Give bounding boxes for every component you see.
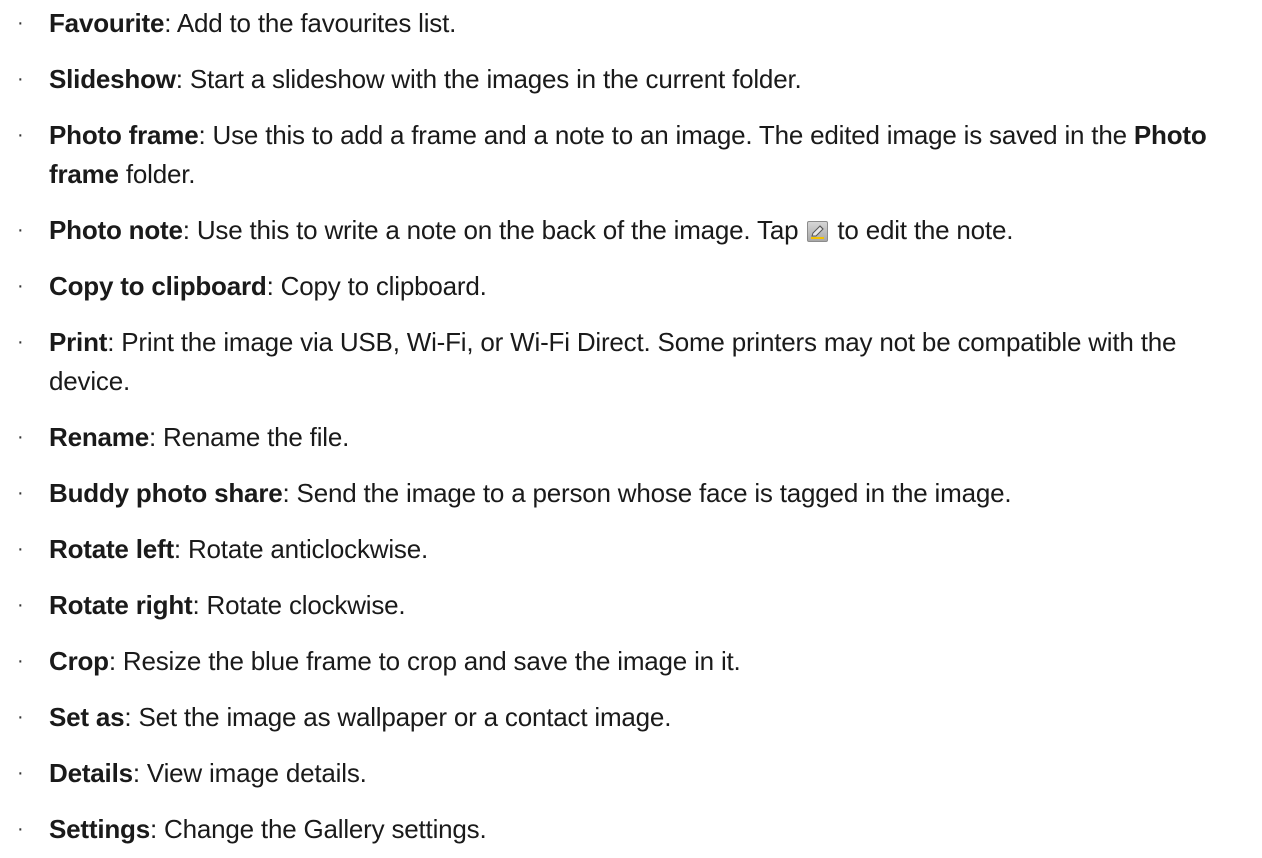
item-term: Crop	[49, 646, 109, 676]
list-item-rename: · Rename: Rename the file.	[0, 418, 1262, 457]
item-description: : Add to the favourites list.	[164, 8, 457, 38]
list-item-rotate-right: · Rotate right: Rotate clockwise.	[0, 586, 1262, 625]
item-term: Copy to clipboard	[49, 271, 267, 301]
item-description: : Start a slideshow with the images in t…	[175, 64, 802, 94]
list-item-copy-to-clipboard: · Copy to clipboard: Copy to clipboard.	[0, 267, 1262, 306]
bullet: ·	[17, 426, 24, 448]
item-description: : Change the Gallery settings.	[149, 814, 487, 844]
item-term: Rotate left	[49, 534, 174, 564]
item-term: Slideshow	[49, 64, 176, 94]
bullet: ·	[17, 538, 24, 560]
item-description: : Rotate clockwise.	[192, 590, 406, 620]
bullet: ·	[17, 594, 24, 616]
bullet: ·	[17, 818, 24, 840]
bullet: ·	[17, 68, 24, 90]
list-item-buddy-photo-share: · Buddy photo share: Send the image to a …	[0, 474, 1262, 513]
bullet: ·	[17, 650, 24, 672]
bullet: ·	[17, 275, 24, 297]
list-item-print: · Print: Print the image via USB, Wi-Fi, …	[0, 323, 1262, 401]
list-item-slideshow: · Slideshow: Start a slideshow with the i…	[0, 60, 1262, 99]
bullet: ·	[17, 706, 24, 728]
item-term: Photo note	[49, 215, 183, 245]
item-description-end: folder.	[118, 159, 196, 189]
item-term: Rotate right	[49, 590, 193, 620]
list-item-settings: · Settings: Change the Gallery settings.	[0, 810, 1262, 849]
list-item-set-as: · Set as: Set the image as wallpaper or a…	[0, 698, 1262, 737]
item-description: : View image details.	[132, 758, 367, 788]
edit-pencil-icon	[807, 221, 829, 242]
bullet: ·	[17, 12, 24, 34]
item-description: : Use this to write a note on the back o…	[182, 215, 806, 245]
bullet: ·	[17, 331, 24, 353]
options-list: · Favourite: Add to the favourites list. …	[0, 0, 1262, 849]
item-term: Settings	[49, 814, 150, 844]
item-term: Favourite	[49, 8, 165, 38]
item-term: Rename	[49, 422, 149, 452]
list-item-rotate-left: · Rotate left: Rotate anticlockwise.	[0, 530, 1262, 569]
item-description: : Resize the blue frame to crop and save…	[108, 646, 741, 676]
bullet: ·	[17, 124, 24, 146]
item-term: Details	[49, 758, 133, 788]
item-term: Set as	[49, 702, 125, 732]
list-item-photo-frame: · Photo frame: Use this to add a frame an…	[0, 116, 1262, 194]
item-description: : Rotate anticlockwise.	[173, 534, 428, 564]
list-item-crop: · Crop: Resize the blue frame to crop and…	[0, 642, 1262, 681]
item-description: : Print the image via USB, Wi-Fi, or Wi-…	[49, 327, 1177, 396]
list-item-details: · Details: View image details.	[0, 754, 1262, 793]
bullet: ·	[17, 482, 24, 504]
item-description: : Use this to add a frame and a note to …	[198, 120, 1134, 150]
item-term: Print	[49, 327, 108, 357]
item-description-end: to edit the note.	[830, 215, 1014, 245]
list-item-photo-note: · Photo note: Use this to write a note on…	[0, 211, 1262, 250]
bullet: ·	[17, 762, 24, 784]
item-description: : Send the image to a person whose face …	[282, 478, 1012, 508]
item-term: Photo frame	[49, 120, 199, 150]
item-term: Buddy photo share	[49, 478, 283, 508]
list-item-favourite: · Favourite: Add to the favourites list.	[0, 4, 1262, 43]
item-description: : Set the image as wallpaper or a contac…	[124, 702, 672, 732]
item-description: : Rename the file.	[148, 422, 350, 452]
item-description: : Copy to clipboard.	[266, 271, 487, 301]
bullet: ·	[17, 219, 24, 241]
